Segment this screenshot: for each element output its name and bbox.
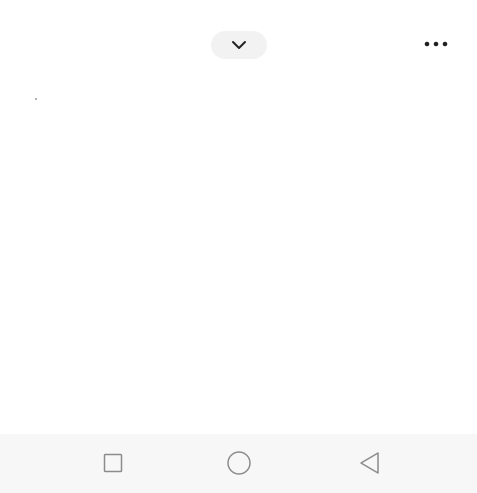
collapse-button[interactable] bbox=[211, 31, 267, 59]
screen bbox=[0, 0, 477, 493]
more-options-button[interactable] bbox=[418, 30, 454, 58]
back-button[interactable] bbox=[354, 448, 384, 478]
triangle-back-icon bbox=[360, 452, 379, 474]
content-area bbox=[0, 90, 477, 434]
recents-button[interactable] bbox=[98, 448, 128, 478]
top-bar bbox=[0, 0, 477, 90]
square-icon bbox=[103, 453, 123, 473]
home-button[interactable] bbox=[224, 448, 254, 478]
chevron-down-icon bbox=[232, 41, 246, 49]
circle-icon bbox=[227, 451, 251, 475]
navigation-bar bbox=[0, 434, 477, 493]
cursor-dot bbox=[35, 98, 37, 100]
more-horizontal-icon bbox=[424, 41, 448, 47]
